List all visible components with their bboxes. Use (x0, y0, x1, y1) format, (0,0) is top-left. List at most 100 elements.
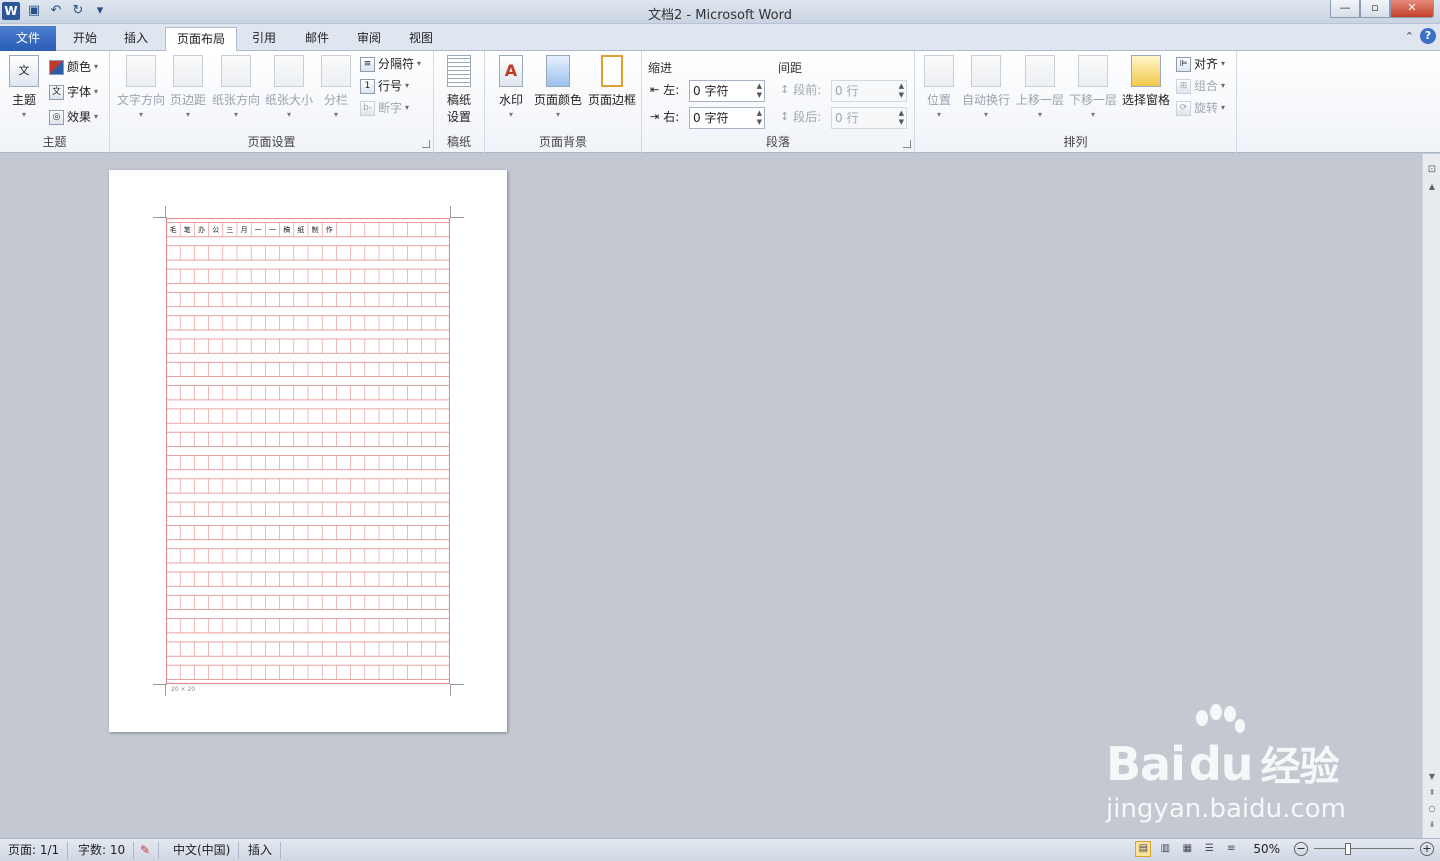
indent-left-input[interactable]: 0 字符 ▲ ▼ (689, 80, 765, 102)
grid-char: 办 (198, 225, 205, 234)
orientation-button[interactable]: 纸张方向 ▾ (211, 55, 261, 119)
status-bar: 页面: 1/1 字数: 10 ✎ 中文(中国) 插入 ▤ ▥ ▦ ☰ ≡ 50%… (0, 838, 1440, 861)
group-objects-button[interactable]: ⊞ 组合 ▾ (1176, 76, 1225, 96)
breaks-icon: ≡ (360, 56, 375, 72)
orientation-icon (221, 55, 251, 87)
spin-arrows-icon[interactable]: ▲ ▼ (757, 109, 762, 127)
maximize-button[interactable]: ▫ (1360, 0, 1390, 18)
grid-char: 月 (241, 226, 248, 234)
next-page-icon[interactable]: ⇟ (1426, 820, 1438, 829)
size-button[interactable]: 纸张大小 ▾ (264, 55, 314, 119)
grid-char: 一 (255, 226, 262, 234)
spacing-after-input[interactable]: 0 行 ▲ ▼ (831, 107, 907, 129)
dropdown-icon: ▾ (333, 110, 338, 119)
browse-object-icon[interactable]: ○ (1426, 804, 1438, 813)
watermark-button[interactable]: A 水印 ▾ (493, 55, 529, 119)
breaks-button[interactable]: ≡ 分隔符 ▾ (360, 54, 421, 74)
line-numbers-button[interactable]: 1 行号 ▾ (360, 76, 409, 96)
group-paragraph: 缩进 间距 ⇤ 左: 0 字符 ▲ ▼ ⇥ 右: 0 字符 ▲ ▼ ↕ 段前: 0 … (642, 51, 915, 153)
manuscript-settings-button[interactable]: 稿纸 设置 (442, 55, 476, 125)
tab-references[interactable]: 引用 (240, 27, 288, 51)
spacing-after-label-row: ↕ 段后: (780, 106, 821, 128)
zoom-slider-thumb[interactable] (1345, 843, 1351, 855)
crop-mark (165, 206, 166, 218)
themes-button[interactable]: 文 主题 ▾ (6, 55, 42, 119)
full-screen-reading-icon[interactable]: ▥ (1157, 841, 1173, 857)
window-title: 文档2 - Microsoft Word (648, 8, 792, 23)
help-icon[interactable]: ? (1420, 28, 1436, 44)
indent-right-input[interactable]: 0 字符 ▲ ▼ (689, 107, 765, 129)
tab-review[interactable]: 审阅 (345, 27, 393, 51)
text-direction-icon (126, 55, 156, 87)
page-setup-launcher-icon[interactable] (422, 140, 430, 148)
status-word-count[interactable]: 字数: 10 (78, 842, 135, 859)
dropdown-icon: ▾ (936, 110, 941, 119)
theme-fonts-button[interactable]: 文 字体 ▾ (49, 82, 98, 102)
columns-icon (321, 55, 351, 87)
selection-pane-button[interactable]: 选择窗格 (1121, 55, 1171, 108)
page-color-icon (546, 55, 570, 87)
crop-mark (450, 217, 464, 218)
group-themes: 文 主题 ▾ 颜色 ▾ 文 字体 ▾ ◎ 效果 ▾ 主题 (0, 51, 110, 153)
hyphenation-button[interactable]: b- 断字 ▾ (360, 98, 409, 118)
page-color-button[interactable]: 页面颜色 ▾ (532, 55, 584, 119)
title-bar: W ▣ ↶ ↻ ▾ 文档2 - Microsoft Word — ▫ ✕ (0, 0, 1440, 24)
close-button[interactable]: ✕ (1390, 0, 1434, 18)
ribbon-tabs: 文件 开始 插入 页面布局 引用 邮件 审阅 视图 ⌃ ? (0, 24, 1440, 52)
align-button[interactable]: ⊫ 对齐 ▾ (1176, 54, 1225, 74)
wrap-text-button[interactable]: 自动换行 ▾ (961, 55, 1011, 119)
grid-char: 毛 (170, 225, 177, 234)
zoom-level[interactable]: 50% (1253, 842, 1280, 856)
grid-char: 一 (269, 226, 276, 234)
ruler-toggle-icon[interactable]: ⊡ (1426, 164, 1438, 175)
theme-effects-button[interactable]: ◎ 效果 ▾ (49, 107, 98, 127)
dropdown-icon: ▾ (508, 110, 513, 119)
window-controls: — ▫ ✕ (1330, 0, 1434, 18)
page-borders-button[interactable]: 页面边框 (586, 55, 638, 108)
margins-icon (173, 55, 203, 87)
bring-forward-button[interactable]: 上移一层 ▾ (1015, 55, 1065, 119)
dropdown-icon: ▾ (185, 110, 190, 119)
spacing-before-input[interactable]: 0 行 ▲ ▼ (831, 80, 907, 102)
document-page[interactable]: 毛笔办公三月一一稿纸制作 20 × 20 (109, 170, 507, 732)
scroll-up-icon[interactable]: ▲ (1426, 182, 1438, 191)
zoom-in-icon[interactable]: + (1420, 842, 1434, 856)
page-borders-icon (601, 55, 623, 87)
status-insert-mode[interactable]: 插入 (248, 842, 282, 859)
zoom-slider[interactable] (1314, 841, 1414, 857)
text-direction-button[interactable]: 文字方向 ▾ (116, 55, 166, 119)
proofing-icon[interactable]: ✎ (140, 842, 160, 859)
print-layout-view-icon[interactable]: ▤ (1135, 841, 1152, 857)
scroll-down-icon[interactable]: ▼ (1426, 772, 1438, 781)
tab-home[interactable]: 开始 (60, 27, 110, 51)
web-layout-icon[interactable]: ▦ (1179, 841, 1195, 857)
baidu-jingyan-watermark: Baidu 经验 jingyan.baidu.com (1106, 704, 1366, 834)
columns-button[interactable]: 分栏 ▾ (318, 55, 354, 119)
rotate-button[interactable]: ⟳ 旋转 ▾ (1176, 98, 1225, 118)
paragraph-launcher-icon[interactable] (903, 140, 911, 148)
status-page[interactable]: 页面: 1/1 (8, 842, 69, 859)
spin-arrows-icon[interactable]: ▲ ▼ (899, 82, 904, 100)
spin-arrows-icon[interactable]: ▲ ▼ (757, 82, 762, 100)
previous-page-icon[interactable]: ⇞ (1426, 788, 1438, 797)
vertical-scrollbar[interactable]: ⊡ ▲ ▼ ⇞ ○ ⇟ (1422, 154, 1440, 838)
draft-view-icon[interactable]: ≡ (1223, 841, 1239, 857)
outline-view-icon[interactable]: ☰ (1201, 841, 1217, 857)
tab-view[interactable]: 视图 (397, 27, 445, 51)
theme-colors-button[interactable]: 颜色 ▾ (49, 57, 98, 77)
crop-mark (450, 684, 451, 696)
tab-page-layout[interactable]: 页面布局 (165, 27, 237, 52)
tab-file[interactable]: 文件 (0, 26, 56, 51)
spin-arrows-icon[interactable]: ▲ ▼ (899, 109, 904, 127)
watermark-icon: A (499, 55, 523, 87)
rotate-icon: ⟳ (1176, 100, 1191, 116)
tab-insert[interactable]: 插入 (112, 27, 160, 51)
minimize-button[interactable]: — (1330, 0, 1360, 18)
zoom-out-icon[interactable]: − (1294, 842, 1308, 856)
status-language[interactable]: 中文(中国) (173, 842, 240, 859)
position-button[interactable]: 位置 ▾ (921, 55, 957, 119)
tab-mailings[interactable]: 邮件 (293, 27, 341, 51)
margins-button[interactable]: 页边距 ▾ (168, 55, 208, 119)
minimize-ribbon-icon[interactable]: ⌃ (1405, 30, 1414, 43)
send-backward-button[interactable]: 下移一层 ▾ (1068, 55, 1118, 119)
